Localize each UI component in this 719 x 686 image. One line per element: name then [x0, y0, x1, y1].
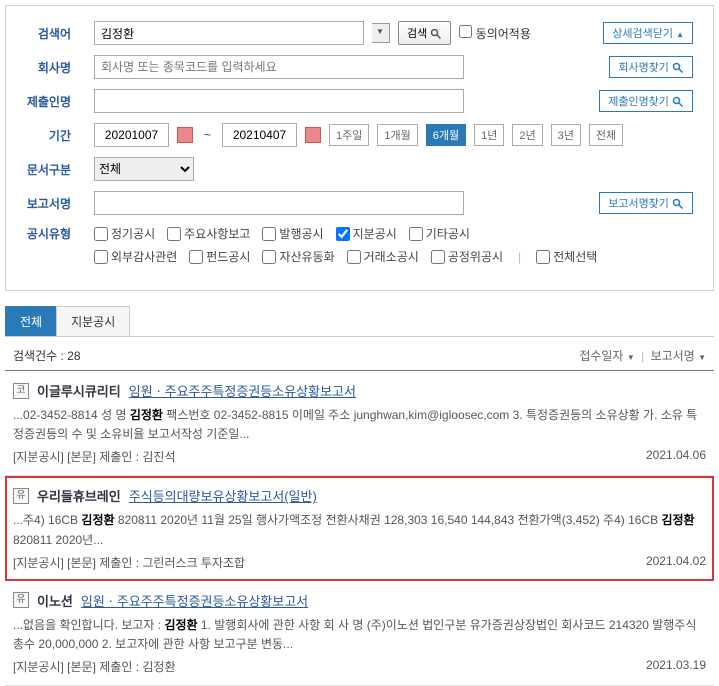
advanced-toggle-button[interactable]: 상세검색닫기 ▲: [603, 22, 693, 44]
sort-desc-icon: ▼: [627, 353, 635, 362]
market-badge: 유: [13, 488, 29, 504]
disc-other[interactable]: 기타공시: [409, 225, 470, 242]
result-tabs: 전체 지분공시: [5, 306, 714, 337]
meta-info: [지분공시] [본문] 제출인 : 김정환: [13, 658, 176, 675]
period-3year[interactable]: 3년: [551, 124, 581, 146]
result-header: 검색건수 : 28 접수일자 ▼ | 보고서명 ▼: [5, 337, 714, 371]
filing-date: 2021.03.19: [646, 658, 706, 675]
search-panel: 검색어 검색 동의어적용 상세검색닫기 ▲ 회사명 회사명찾기 제출인명 제출인…: [5, 5, 714, 291]
report-find-button[interactable]: 보고서명찾기: [599, 192, 693, 214]
result-count: 검색건수 : 28: [13, 347, 81, 364]
keyword-label: 검색어: [26, 25, 86, 42]
market-badge: 코: [13, 383, 29, 399]
company-name[interactable]: 이글루시큐리티: [37, 381, 121, 400]
search-icon: [672, 198, 684, 210]
disc-ftc[interactable]: 공정위공시: [431, 248, 503, 265]
synonym-checkbox[interactable]: [459, 25, 472, 38]
market-badge: 유: [13, 592, 29, 608]
keyword-input[interactable]: [94, 21, 364, 45]
period-6month[interactable]: 6개월: [426, 124, 466, 146]
date-to-input[interactable]: [222, 123, 297, 147]
snippet: ...없음을 확인합니다. 보고자 : 김정환 1. 발행회사에 관한 사항 회…: [13, 616, 706, 654]
date-from-input[interactable]: [94, 123, 169, 147]
company-name[interactable]: 우리들휴브레인: [37, 486, 121, 505]
disc-fund[interactable]: 펀드공시: [189, 248, 250, 265]
report-input[interactable]: [94, 191, 464, 215]
disc-equity[interactable]: 지분공시: [336, 225, 397, 242]
filing-date: 2021.04.02: [646, 554, 706, 571]
disc-audit[interactable]: 외부감사관련: [94, 248, 177, 265]
search-button[interactable]: 검색: [398, 21, 451, 45]
doctype-label: 문서구분: [26, 161, 86, 178]
tab-equity[interactable]: 지분공시: [56, 306, 130, 336]
disc-asset[interactable]: 자산유동화: [262, 248, 334, 265]
document-title-link[interactable]: 임원ㆍ주요주주특정증권등소유상황보고서: [81, 591, 308, 610]
disc-major[interactable]: 주요사항보고: [167, 225, 250, 242]
period-label: 기간: [26, 127, 86, 144]
sort-desc-icon: ▼: [698, 353, 706, 362]
result-item: 유 우리들휴브레인 주식등의대량보유상황보고서(일반) ...주4) 16CB …: [5, 476, 714, 580]
period-1year[interactable]: 1년: [474, 124, 504, 146]
tab-all[interactable]: 전체: [5, 306, 57, 336]
sort-date[interactable]: 접수일자 ▼: [579, 349, 634, 363]
calendar-icon[interactable]: [305, 127, 321, 143]
disc-issue[interactable]: 발행공시: [262, 225, 323, 242]
submitter-input[interactable]: [94, 89, 464, 113]
search-icon: [672, 62, 684, 74]
snippet: ...02-3452-8814 성 명 김정환 팩스번호 02-3452-881…: [13, 406, 706, 444]
meta-info: [지분공시] [본문] 제출인 : 그린러스크 투자조합: [13, 554, 245, 571]
period-all[interactable]: 전체: [589, 124, 623, 146]
result-item: 코 이글루시큐리티 임원ㆍ주요주주특정증권등소유상황보고서 ...02-3452…: [5, 371, 714, 476]
synonym-checkbox-label[interactable]: 동의어적용: [459, 25, 531, 42]
meta-info: [지분공시] [본문] 제출인 : 김진석: [13, 448, 176, 465]
filing-date: 2021.04.06: [646, 448, 706, 465]
report-label: 보고서명: [26, 195, 86, 212]
document-title-link[interactable]: 주식등의대량보유상황보고서(일반): [129, 486, 317, 505]
sort-report[interactable]: 보고서명 ▼: [651, 349, 706, 363]
result-item: 유 이노션 임원ㆍ주요주주특정증권등소유상황보고서 ...없음을 확인합니다. …: [5, 581, 714, 686]
keyword-dropdown-icon[interactable]: [372, 23, 390, 43]
submitter-label: 제출인명: [26, 93, 86, 110]
company-label: 회사명: [26, 59, 86, 76]
search-icon: [672, 96, 684, 108]
search-icon: [430, 28, 442, 40]
period-2year[interactable]: 2년: [512, 124, 542, 146]
document-title-link[interactable]: 임원ㆍ주요주주특정증권등소유상황보고서: [129, 381, 356, 400]
calendar-icon[interactable]: [177, 127, 193, 143]
doctype-select[interactable]: 전체: [94, 157, 194, 181]
snippet: ...주4) 16CB 김정환 820811 2020년 11월 25일 행사가…: [13, 511, 706, 549]
period-1month[interactable]: 1개월: [377, 124, 417, 146]
submitter-find-button[interactable]: 제출인명찾기: [599, 90, 693, 112]
company-find-button[interactable]: 회사명찾기: [609, 56, 693, 78]
disc-selectall[interactable]: 전체선택: [536, 248, 597, 265]
disc-exchange[interactable]: 거래소공시: [347, 248, 419, 265]
date-dash: ~: [201, 128, 214, 142]
company-name[interactable]: 이노션: [37, 591, 73, 610]
disc-periodic[interactable]: 정기공시: [94, 225, 155, 242]
company-input[interactable]: [94, 55, 464, 79]
disctype-label: 공시유형: [26, 225, 86, 242]
chevron-up-icon: ▲: [676, 30, 684, 39]
period-1week[interactable]: 1주일: [329, 124, 369, 146]
